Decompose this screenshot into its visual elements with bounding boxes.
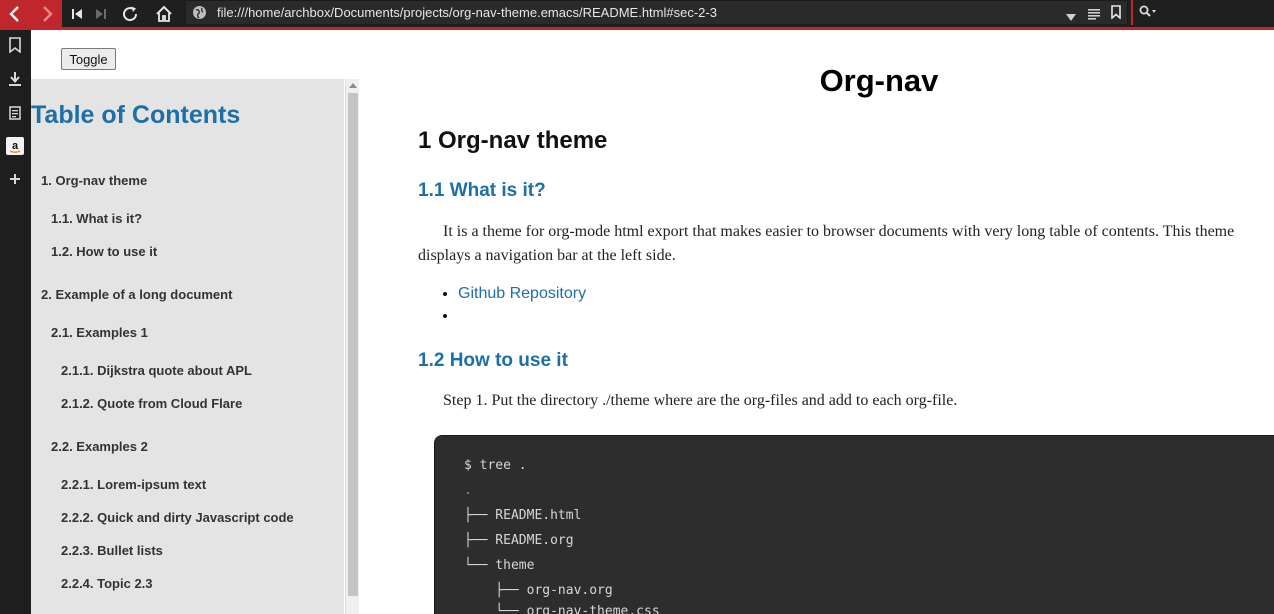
- toc-item-how-to-use-it[interactable]: 1.2. How to use it: [51, 244, 157, 259]
- first-page-icon[interactable]: [66, 0, 88, 27]
- add-icon[interactable]: [4, 168, 26, 190]
- svg-text:a: a: [12, 140, 19, 152]
- toc-item-cloud-flare-quote[interactable]: 2.1.2. Quote from Cloud Flare: [61, 396, 242, 411]
- reload-icon[interactable]: [118, 0, 142, 27]
- intro-paragraph: It is a theme for org-mode html export t…: [418, 223, 1235, 264]
- bookmark-icon[interactable]: [4, 34, 26, 56]
- section-heading-1-1: 1.1 What is it?: [418, 180, 546, 201]
- code-line: ├── README.org: [464, 533, 574, 548]
- toc-panel: Table of Contents 1. Org-nav theme 1.1. …: [31, 79, 344, 614]
- toc-title: Table of Contents: [31, 101, 241, 129]
- amazon-icon[interactable]: a: [4, 135, 26, 157]
- code-line: ├── org-nav.org: [464, 583, 613, 598]
- toggle-button[interactable]: Toggle: [61, 48, 116, 70]
- home-icon[interactable]: [152, 0, 176, 27]
- page-title: Org-nav: [819, 63, 939, 98]
- link-list: Github Repository: [440, 285, 586, 329]
- list-item: [458, 307, 586, 329]
- back-icon[interactable]: [2, 0, 28, 27]
- toc-item-topic-2-3[interactable]: 2.2.4. Topic 2.3: [61, 576, 153, 591]
- github-repository-link[interactable]: Github Repository: [458, 285, 586, 302]
- toolbar-accent-line: [0, 27, 1274, 30]
- toc-item-examples-1[interactable]: 2.1. Examples 1: [51, 325, 148, 340]
- toc-item-example-long-document[interactable]: 2. Example of a long document: [41, 287, 232, 302]
- scrollbar-thumb[interactable]: [348, 93, 358, 596]
- toc-item-dijkstra-quote[interactable]: 2.1.1. Dijkstra quote about APL: [61, 363, 252, 378]
- toc-item-org-nav-theme[interactable]: 1. Org-nav theme: [41, 173, 147, 188]
- bookmark-icon[interactable]: [1111, 5, 1121, 24]
- notes-icon[interactable]: [4, 102, 26, 124]
- code-line: └── org-nav-theme.css: [464, 604, 660, 614]
- search-icon[interactable]: [1139, 5, 1157, 24]
- toc-item-lorem-ipsum[interactable]: 2.2.1. Lorem-ipsum text: [61, 477, 206, 492]
- code-block: $ tree . . ├── README.html ├── README.or…: [434, 435, 1274, 614]
- code-line: $ tree .: [464, 458, 527, 473]
- scroll-up-icon[interactable]: [349, 83, 357, 88]
- code-line: └── theme: [464, 558, 535, 573]
- url-field[interactable]: file:///home/archbox/Documents/projects/…: [185, 0, 1128, 25]
- section-heading-1: 1 Org-nav theme: [418, 127, 608, 154]
- toc-item-what-is-it[interactable]: 1.1. What is it?: [51, 211, 142, 226]
- toc-item-examples-2[interactable]: 2.2. Examples 2: [51, 439, 148, 454]
- download-icon[interactable]: [4, 68, 26, 90]
- forward-icon[interactable]: [34, 0, 60, 27]
- browser-toolbar: file:///home/archbox/Documents/projects/…: [0, 0, 1274, 27]
- dropdown-icon[interactable]: [1066, 9, 1076, 27]
- last-page-icon[interactable]: [90, 0, 112, 27]
- toc-scrollbar[interactable]: [345, 79, 359, 614]
- search-field[interactable]: [1131, 0, 1274, 25]
- globe-icon: [192, 5, 207, 25]
- list-item: Github Repository: [458, 285, 586, 307]
- sidebar-strip: a: [0, 30, 31, 614]
- code-line: .: [464, 483, 472, 498]
- url-text[interactable]: file:///home/archbox/Documents/projects/…: [217, 5, 717, 20]
- section-heading-1-2: 1.2 How to use it: [418, 350, 568, 371]
- step-1-text: Step 1. Put the directory ./theme where …: [443, 392, 958, 409]
- code-line: ├── README.html: [464, 508, 582, 523]
- toc-item-bullet-lists[interactable]: 2.2.3. Bullet lists: [61, 543, 163, 558]
- toc-item-javascript-code[interactable]: 2.2.2. Quick and dirty Javascript code: [61, 510, 294, 525]
- reader-icon[interactable]: [1088, 7, 1100, 25]
